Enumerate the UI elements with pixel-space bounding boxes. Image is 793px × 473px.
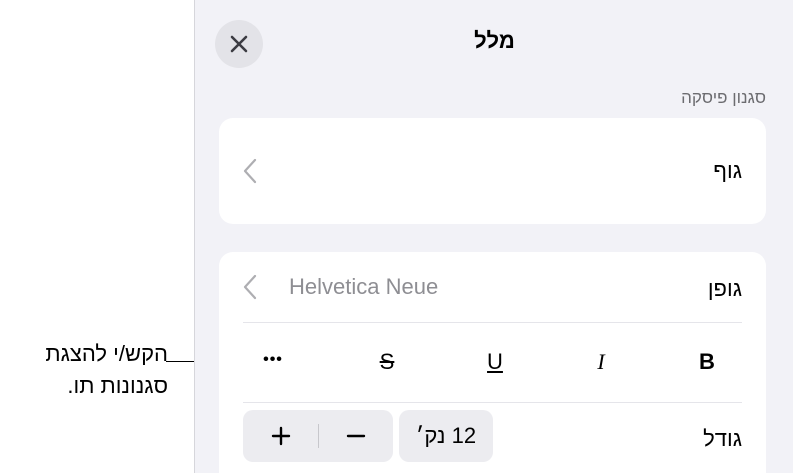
- underline-button[interactable]: U: [471, 338, 519, 386]
- strikethrough-button[interactable]: S: [363, 338, 411, 386]
- plus-icon: [271, 426, 290, 446]
- chevron-left-icon: [243, 274, 257, 300]
- size-label: גודל: [703, 426, 742, 451]
- paragraph-style-value: גוף: [713, 158, 742, 183]
- font-size-stepper: [243, 410, 393, 462]
- font-size-value[interactable]: 12 נק׳: [399, 410, 493, 462]
- decrease-size-button[interactable]: [318, 410, 393, 462]
- callout-text: הקש/י להצגת סגנונות תו.: [0, 338, 168, 402]
- chevron-left-icon: [243, 158, 257, 184]
- increase-size-button[interactable]: [243, 410, 318, 462]
- font-label: גופן: [707, 276, 742, 301]
- font-row[interactable]: גופן Helvetica Neue: [219, 252, 766, 322]
- more-text-options-button[interactable]: •••: [249, 336, 297, 384]
- font-value: Helvetica Neue: [289, 274, 439, 299]
- panel-title: מלל: [474, 28, 515, 53]
- italic-button[interactable]: I: [577, 338, 625, 386]
- text-format-panel: מלל סגנון פיסקה גוף גופן Helvetica Neue …: [194, 0, 793, 473]
- paragraph-style-section-label: סגנון פיסקה: [681, 88, 766, 107]
- minus-icon: [346, 434, 365, 438]
- callout-line-2: סגנונות תו.: [67, 373, 168, 398]
- bold-button[interactable]: B: [683, 338, 731, 386]
- paragraph-style-row[interactable]: גוף: [219, 118, 766, 224]
- font-settings-card: גופן Helvetica Neue B I U S ••• גודל 12 …: [219, 252, 766, 473]
- callout-line-1: הקש/י להצגת: [45, 341, 168, 366]
- divider: [243, 402, 742, 403]
- divider: [243, 322, 742, 323]
